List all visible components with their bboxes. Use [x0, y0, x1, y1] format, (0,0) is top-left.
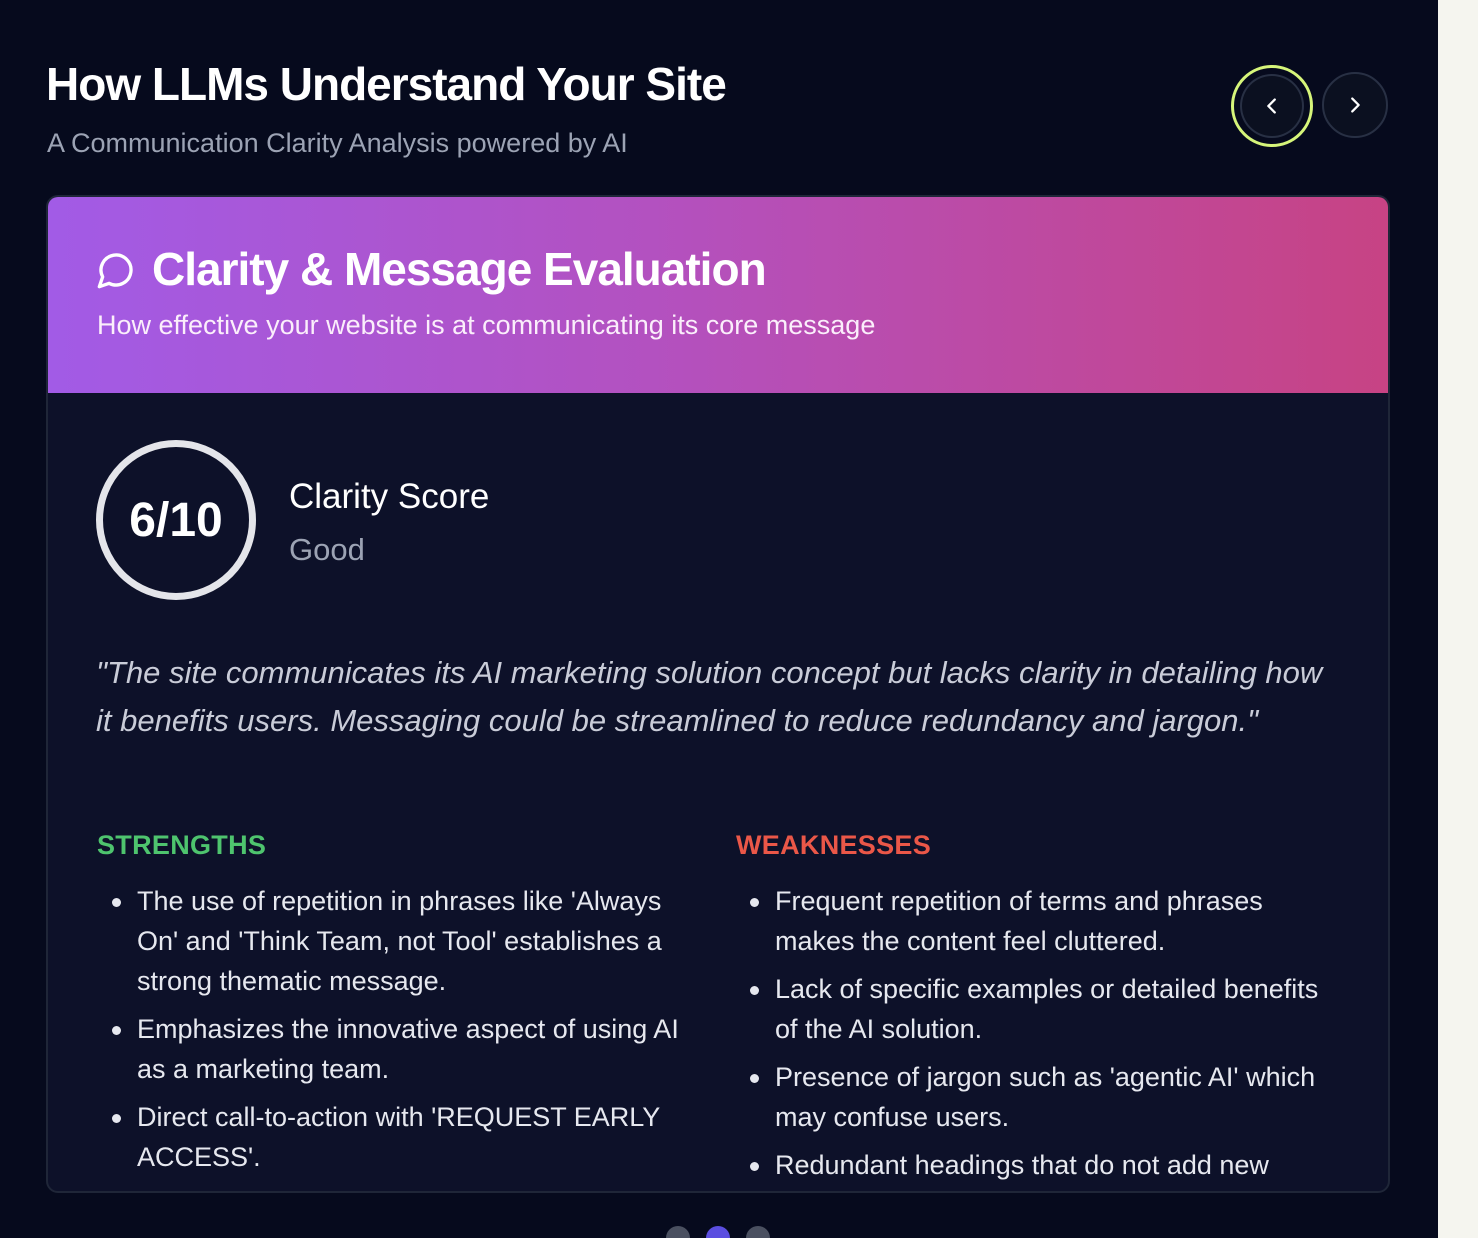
score-label: Clarity Score — [289, 477, 490, 516]
strengths-heading: STRENGTHS — [97, 830, 267, 860]
card-title: Clarity & Message Evaluation — [152, 243, 767, 295]
chevron-left-icon — [1267, 98, 1276, 114]
clarity-evaluation-card: Clarity & Message Evaluation How effecti… — [46, 195, 1390, 1193]
card-header: Clarity & Message Evaluation How effecti… — [48, 197, 1388, 393]
weakness-item: Presence of jargon such as 'agentic AI' … — [746, 1057, 1346, 1137]
page-subtitle: A Communication Clarity Analysis powered… — [47, 128, 628, 158]
weakness-item: Lack of specific examples or detailed be… — [746, 969, 1346, 1049]
report-page: How LLMs Understand Your Site A Communic… — [0, 0, 1438, 1238]
browser-margin — [1438, 0, 1478, 1238]
card-description: How effective your website is at communi… — [97, 310, 876, 340]
strengths-list: The use of repetition in phrases like 'A… — [108, 881, 708, 1185]
summary-quote: "The site communicates its AI marketing … — [96, 655, 1323, 738]
chat-bubble-icon — [97, 253, 133, 289]
pagination-dot-3[interactable] — [746, 1226, 770, 1238]
score-value: 6/10 — [129, 493, 223, 547]
next-slide-button[interactable] — [1322, 72, 1388, 138]
strength-item: The use of repetition in phrases like 'A… — [108, 881, 708, 1001]
chevron-right-icon — [1351, 97, 1360, 113]
score-ring: 6/10 — [96, 440, 256, 600]
weakness-item: Frequent repetition of terms and phrases… — [746, 881, 1346, 961]
weaknesses-list: Frequent repetition of terms and phrases… — [746, 881, 1346, 1191]
page-title: How LLMs Understand Your Site — [46, 58, 727, 110]
strength-item: Direct call-to-action with 'REQUEST EARL… — [108, 1097, 708, 1177]
weaknesses-heading: WEAKNESSES — [736, 830, 932, 860]
pagination-dot-1[interactable] — [666, 1226, 690, 1238]
score-rating: Good — [289, 532, 365, 567]
pagination-dot-2[interactable] — [706, 1226, 730, 1238]
pagination-dots — [666, 1226, 770, 1238]
weakness-item: Redundant headings that do not add new i… — [746, 1145, 1346, 1191]
strength-item: Emphasizes the innovative aspect of usin… — [108, 1009, 708, 1089]
previous-slide-button[interactable] — [1231, 65, 1313, 147]
